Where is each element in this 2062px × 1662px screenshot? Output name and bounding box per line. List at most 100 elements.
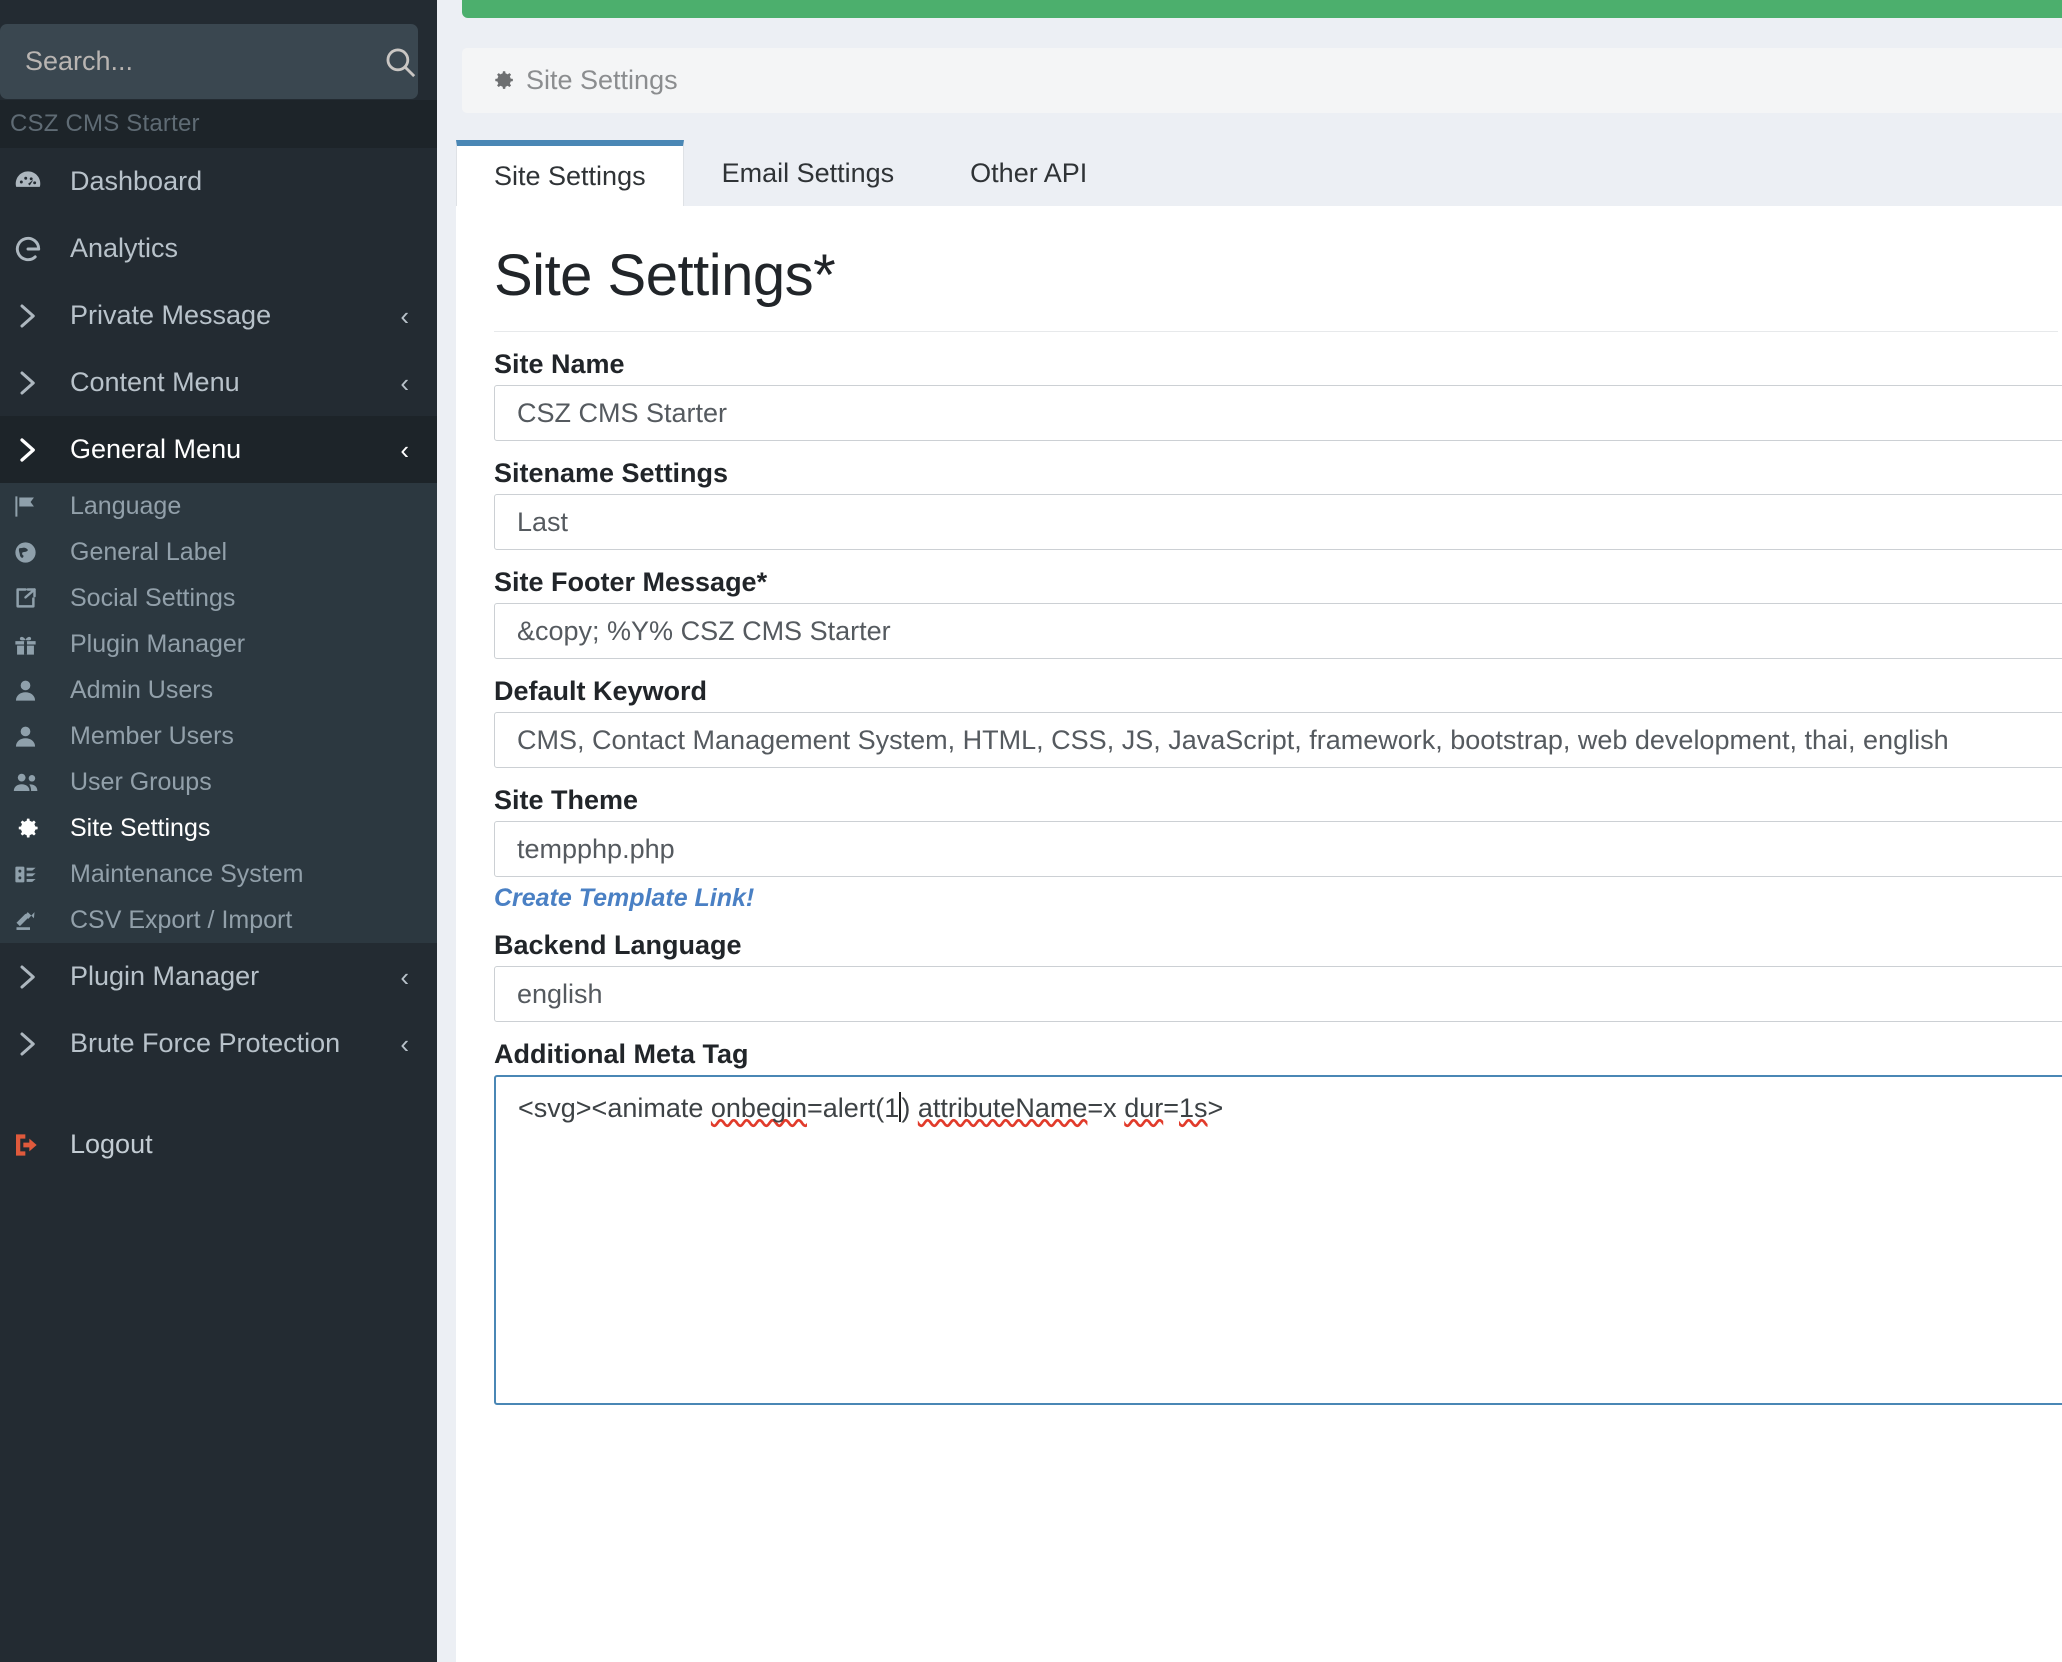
sidebar-item-general-menu[interactable]: General Menu ‹ <box>0 416 437 483</box>
users-icon <box>12 768 62 797</box>
sidebar-item-label: Member Users <box>70 721 234 750</box>
additional-meta-tag-textarea[interactable]: <svg><animate onbegin=alert(1) attribute… <box>494 1075 2062 1405</box>
search-icon[interactable] <box>381 24 418 99</box>
sidebar-item-label: Dashboard <box>70 166 203 196</box>
main-content: Site Settings Site Settings Email Settin… <box>437 0 2062 1662</box>
sidebar-item-label: Social Settings <box>70 583 236 612</box>
meta-part: <svg><animate <box>518 1093 711 1123</box>
chevron-left-icon: ‹ <box>400 300 409 331</box>
chevron-left-icon: ‹ <box>400 1028 409 1059</box>
sidebar-item-label: Admin Users <box>70 675 214 704</box>
sidebar-item-plugin-manager-sub[interactable]: Plugin Manager <box>0 621 437 667</box>
label-site-footer-message: Site Footer Message* <box>494 567 768 597</box>
site-theme-input[interactable] <box>494 821 2062 877</box>
settings-panel: Site Settings* Site Name Sitename Settin… <box>456 206 2062 1662</box>
meta-part: ) <box>901 1093 918 1123</box>
sidebar-item-label: Plugin Manager <box>70 629 246 658</box>
meta-part: onbegin <box>710 1093 807 1123</box>
sidebar-item-content-menu[interactable]: Content Menu ‹ <box>0 349 437 416</box>
dashboard-icon <box>12 166 62 198</box>
tab-label: Site Settings <box>494 160 646 191</box>
sidebar-nav: Dashboard Analytics Private Message ‹ Co… <box>0 148 437 1178</box>
label-default-keyword: Default Keyword <box>494 676 708 706</box>
tab-site-settings[interactable]: Site Settings <box>456 140 684 206</box>
sidebar-item-general-label[interactable]: General Label <box>0 529 437 575</box>
meta-part: > <box>1207 1093 1224 1123</box>
server-icon <box>12 861 62 888</box>
sidebar-item-member-users[interactable]: Member Users <box>0 713 437 759</box>
top-accent-bar <box>462 0 2062 18</box>
sitename-settings-input[interactable] <box>494 494 2062 550</box>
tab-label: Email Settings <box>721 158 895 188</box>
label-site-theme: Site Theme <box>494 785 639 815</box>
chevron-left-icon: ‹ <box>400 961 409 992</box>
label-backend-language: Backend Language <box>494 930 742 960</box>
gear-icon <box>12 814 62 843</box>
sidebar-submenu: Language General Label Social Settings P… <box>0 483 437 943</box>
sidebar-item-private-message[interactable]: Private Message ‹ <box>0 282 437 349</box>
sidebar-item-csv-export-import[interactable]: CSV Export / Import <box>0 897 437 943</box>
sidebar-search[interactable] <box>0 24 418 99</box>
label-site-name: Site Name <box>494 349 625 379</box>
user-icon <box>12 723 62 750</box>
sidebar-item-brute-force-protection[interactable]: Brute Force Protection ‹ <box>0 1010 437 1077</box>
site-name-input[interactable] <box>494 385 2062 441</box>
chevron-left-icon: ‹ <box>400 434 409 465</box>
google-analytics-icon <box>12 233 62 265</box>
sidebar-item-label: User Groups <box>70 767 212 796</box>
sidebar-item-admin-users[interactable]: Admin Users <box>0 667 437 713</box>
meta-part: =alert(1 <box>807 1093 900 1123</box>
sidebar-item-label: Language <box>70 491 182 520</box>
meta-part: 1s <box>1179 1093 1208 1123</box>
breadcrumb: Site Settings <box>462 48 2062 113</box>
tab-email-settings[interactable]: Email Settings <box>684 140 933 206</box>
logout-label: Logout <box>70 1129 153 1159</box>
tab-label: Other API <box>970 158 1088 188</box>
label-sitename-settings: Sitename Settings <box>494 458 729 488</box>
sidebar-item-user-groups[interactable]: User Groups <box>0 759 437 805</box>
sidebar-item-label: Brute Force Protection <box>70 1028 341 1058</box>
tab-other-api[interactable]: Other API <box>932 140 1125 206</box>
meta-part: =x <box>1087 1093 1125 1123</box>
chevron-right-icon <box>12 1029 62 1059</box>
sidebar-item-label: Plugin Manager <box>70 961 260 991</box>
chevron-left-icon: ‹ <box>400 367 409 398</box>
sidebar-item-label: Site Settings <box>70 813 211 842</box>
breadcrumb-label: Site Settings <box>526 65 678 95</box>
sidebar-item-label: General Label <box>70 537 228 566</box>
meta-part: = <box>1163 1093 1179 1123</box>
globe-icon <box>12 539 62 566</box>
sidebar-item-label: Analytics <box>70 233 179 263</box>
sidebar-brand: CSZ CMS Starter <box>0 100 437 148</box>
gift-icon <box>12 631 62 658</box>
sidebar-item-analytics[interactable]: Analytics <box>0 215 437 282</box>
chevron-right-icon <box>12 368 62 398</box>
gear-icon <box>489 67 516 94</box>
sidebar: CSZ CMS Starter Dashboard Analytics <box>0 0 437 1662</box>
backend-language-input[interactable] <box>494 966 2062 1022</box>
sidebar-item-maintenance-system[interactable]: Maintenance System <box>0 851 437 897</box>
sidebar-item-site-settings[interactable]: Site Settings <box>0 805 437 851</box>
sidebar-item-label: Private Message <box>70 300 272 330</box>
flag-icon <box>12 493 62 520</box>
sidebar-item-social-settings[interactable]: Social Settings <box>0 575 437 621</box>
search-input[interactable] <box>0 45 381 78</box>
share-icon <box>12 585 62 612</box>
logout-button[interactable]: Logout <box>0 1111 437 1178</box>
sidebar-item-dashboard[interactable]: Dashboard <box>0 148 437 215</box>
sidebar-item-label: Content Menu <box>70 367 240 397</box>
user-icon <box>12 677 62 704</box>
create-template-link[interactable]: Create Template Link! <box>494 884 754 913</box>
sidebar-item-plugin-manager[interactable]: Plugin Manager ‹ <box>0 943 437 1010</box>
tab-bar: Site Settings Email Settings Other API <box>456 140 2062 206</box>
sidebar-item-label: Maintenance System <box>70 859 304 888</box>
sidebar-item-label: General Menu <box>70 434 242 464</box>
sidebar-item-label: CSV Export / Import <box>70 905 293 934</box>
page-title: Site Settings* <box>494 206 2058 332</box>
default-keyword-input[interactable] <box>494 712 2062 768</box>
site-footer-message-input[interactable] <box>494 603 2062 659</box>
sidebar-item-language[interactable]: Language <box>0 483 437 529</box>
chevron-right-icon <box>12 435 62 465</box>
logout-icon <box>12 1129 62 1161</box>
